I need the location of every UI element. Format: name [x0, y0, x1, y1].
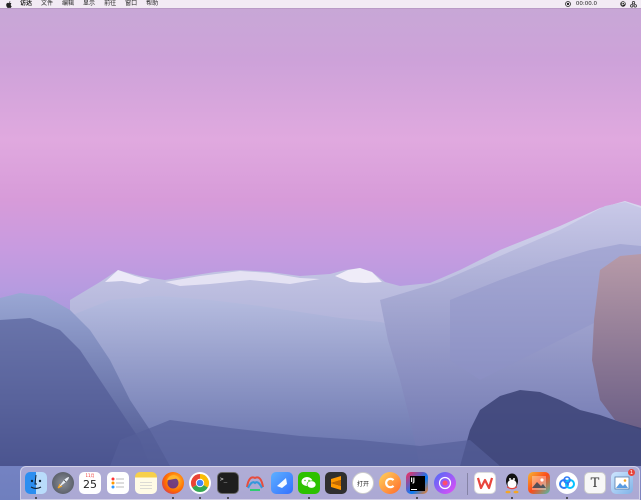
hbuilder-icon[interactable]	[244, 472, 266, 494]
running-indicator	[199, 497, 201, 499]
feishu-icon[interactable]	[271, 472, 293, 494]
wechat-icon[interactable]	[298, 472, 320, 494]
menu-view[interactable]: 显示	[83, 0, 95, 8]
intellij-idea-label: IJ	[410, 476, 415, 484]
typora-text-label: T	[590, 475, 600, 491]
finder-icon[interactable]	[25, 472, 47, 494]
running-indicator	[35, 497, 37, 499]
firefox-icon[interactable]	[162, 472, 184, 494]
control-center-icon[interactable]	[630, 0, 637, 8]
baidu-netdisk-icon[interactable]	[556, 472, 578, 494]
running-indicator	[308, 497, 310, 499]
typora-text-icon[interactable]: T	[584, 472, 606, 494]
notification-badge: 1	[628, 469, 635, 476]
intellij-idea-icon[interactable]: IJ	[406, 472, 428, 494]
terminal-prompt: >_	[220, 476, 228, 483]
menu-bar: 访达 文件 编辑 显示 前往 窗口 帮助 00:00.0	[0, 0, 641, 8]
menu-finder[interactable]: 访达	[20, 0, 32, 8]
running-indicator	[227, 497, 229, 499]
running-indicator	[172, 497, 174, 499]
screen-recorder-icon[interactable]	[434, 472, 456, 494]
calendar-icon[interactable]: 11月 25	[79, 472, 101, 494]
menu-window[interactable]: 窗口	[125, 0, 137, 8]
running-indicator	[416, 497, 418, 499]
reminders-icon[interactable]	[107, 472, 129, 494]
typora-icon[interactable]: 打开	[352, 472, 374, 494]
dock: 11月 25 >_ 打开 IJ T 1	[20, 466, 640, 500]
menu-file[interactable]: 文件	[41, 0, 53, 8]
menu-edit[interactable]: 编辑	[62, 0, 74, 8]
record-icon[interactable]	[565, 1, 572, 8]
terminal-icon[interactable]: >_	[217, 472, 239, 494]
qq-icon[interactable]	[501, 472, 523, 494]
preview-icon[interactable]: 1	[611, 469, 635, 494]
app-status-icon[interactable]	[619, 1, 626, 8]
recording-timer[interactable]: 00:00.0	[576, 1, 597, 7]
wps-office-icon[interactable]	[474, 472, 496, 494]
chrome-icon[interactable]	[189, 472, 211, 494]
mountain-landscape	[0, 201, 641, 500]
menu-go[interactable]: 前往	[104, 0, 116, 8]
launchpad-icon[interactable]	[52, 472, 74, 494]
calendar-day: 25	[83, 478, 97, 491]
photo-app-icon[interactable]	[528, 472, 550, 494]
dock-separator	[467, 473, 468, 495]
clion-icon[interactable]	[379, 472, 401, 494]
sublime-text-icon[interactable]	[325, 472, 347, 494]
running-indicator	[566, 497, 568, 499]
menu-help[interactable]: 帮助	[146, 0, 158, 8]
apple-menu-icon[interactable]	[6, 0, 14, 8]
running-indicator	[511, 497, 513, 499]
typora-icon-label: 打开	[356, 480, 369, 488]
notes-icon[interactable]	[135, 472, 157, 494]
